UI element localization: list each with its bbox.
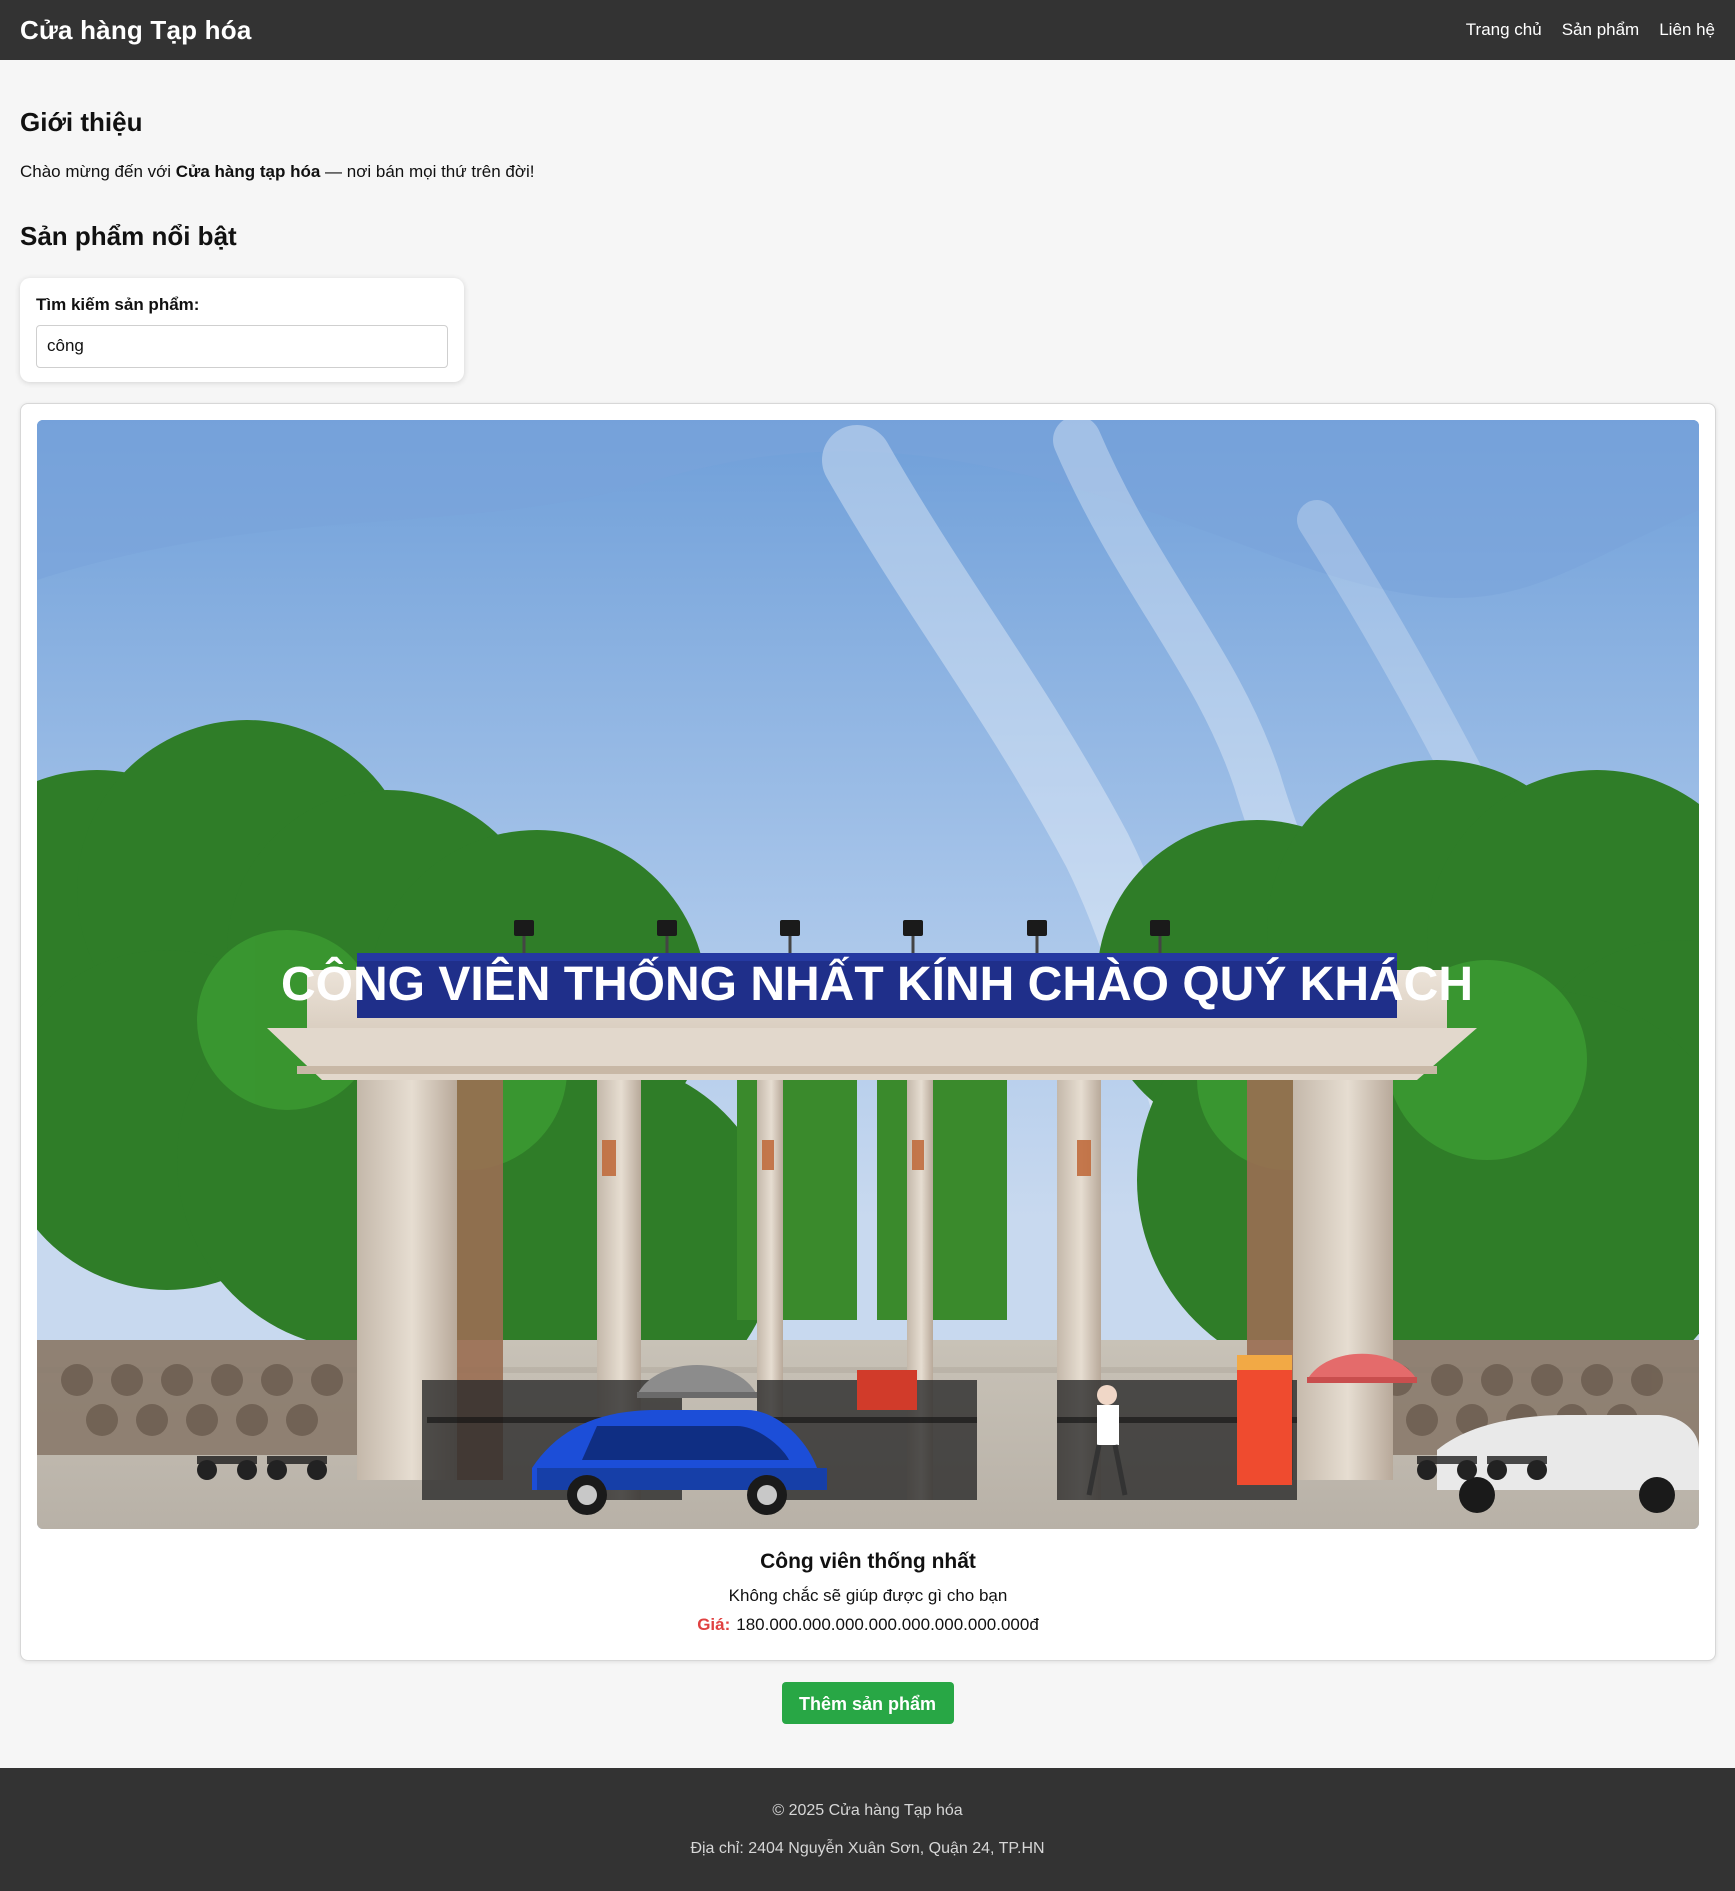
product-description: Không chắc sẽ giúp được gì cho bạn [728,1585,1008,1605]
actions-row: Thêm sản phẩm [20,1681,1715,1724]
search-label: Tìm kiếm sản phẩm: [36,294,200,314]
footer-address: Địa chỉ: 2404 Nguyễn Xuân Sơn, Quận 24, … [690,1840,1045,1857]
main-nav: Trang chủ Sản phẩm Liên hệ [1466,20,1715,40]
search-input[interactable] [36,324,448,368]
nav-home-link[interactable]: Trang chủ [1466,20,1542,40]
featured-products-title: Sản phẩm nổi bật [20,220,237,251]
search-card: Tìm kiếm sản phẩm: [20,277,464,382]
footer-copyright: © 2025 Cửa hàng Tạp hóa [772,1802,963,1819]
gate-sign-text: CÔNG VIÊN THỐNG NHẤT KÍNH CHÀO QUÝ KHÁCH [281,956,1473,1011]
intro-text-before: Chào mừng đến với [20,162,176,181]
product-card[interactable]: CÔNG VIÊN THỐNG NHẤT KÍNH CHÀO QUÝ KHÁCH [20,402,1716,1661]
nav-products-link[interactable]: Sản phẩm [1562,20,1640,40]
intro-text-bold: Cửa hàng tạp hóa [175,162,321,181]
price-value: 180.000.000.000.000.000.000.000.000đ [736,1614,1039,1634]
top-navigation-bar: Cửa hàng Tạp hóa Trang chủ Sản phẩm Liên… [0,0,1735,60]
nav-contact-link[interactable]: Liên hệ [1659,20,1715,40]
intro-title: Giới thiệu [20,107,143,137]
site-footer: © 2025 Cửa hàng Tạp hóa Địa chỉ: 2404 Ng… [0,1768,1735,1891]
site-brand[interactable]: Cửa hàng Tạp hóa [20,15,252,46]
intro-text-after: — nơi bán mọi thứ trên đời! [320,162,535,181]
product-name: Công viên thống nhất [760,1549,976,1573]
product-image: CÔNG VIÊN THỐNG NHẤT KÍNH CHÀO QUÝ KHÁCH [37,419,1699,1529]
add-product-button[interactable]: Thêm sản phẩm [781,1681,954,1724]
intro-text: Chào mừng đến với Cửa hàng tạp hóa — nơi… [20,161,1715,184]
price-label: Giá: [697,1614,731,1634]
product-price: Giá: 180.000.000.000.000.000.000.000.000đ [37,1615,1699,1635]
park-gate-illustration: CÔNG VIÊN THỐNG NHẤT KÍNH CHÀO QUÝ KHÁCH [37,419,1699,1529]
main-content: Giới thiệu Chào mừng đến với Cửa hàng tạ… [0,107,1735,1724]
